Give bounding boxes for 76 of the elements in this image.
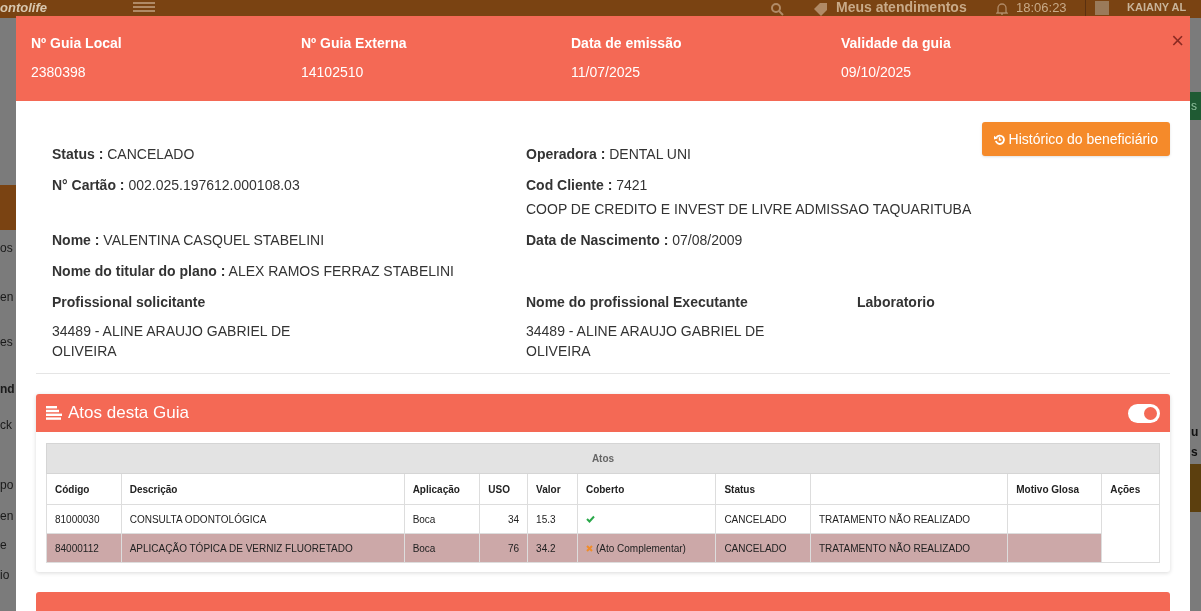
table-cell: 84000112 [46,533,122,563]
text-fragment: u [1191,424,1199,440]
field-text: N° Cartão : 002.025.197612.000108.03 [52,176,301,195]
cross-icon [585,544,593,552]
text-fragment: s [1191,444,1198,460]
sidebar-band [0,185,16,230]
clock-time: 18:06:23 [1016,0,1067,15]
bell-icon[interactable] [996,2,1008,15]
table-caption: Atos [46,443,1160,474]
sidebar-item[interactable]: po [0,477,16,493]
sidebar-item[interactable]: en [0,508,16,524]
side-banner [1190,92,1201,120]
column-header: Descrição [121,473,405,505]
table-cell: 34 [479,504,528,534]
column-header: Ações [1101,473,1160,505]
user-name[interactable]: KAIANY AL [1127,0,1187,15]
header-value: 2380398 [31,63,86,82]
field-label: Laboratorio [857,293,936,312]
table-cell: CONSULTA ODONTOLÓGICA [121,504,405,534]
close-button[interactable]: × [1171,30,1184,52]
header-value: 14102510 [301,63,364,82]
sidebar-item[interactable]: en [0,289,16,305]
column-header: Motivo Glosa [1007,473,1102,505]
list-icon [46,406,62,420]
field-text: Operadora : DENTAL UNI [526,145,692,164]
header-value: 09/10/2025 [841,63,912,82]
sidebar-item[interactable]: os [0,240,16,256]
table-cell: Boca [404,504,480,534]
field-value: 34489 - ALINE ARAUJO GABRIEL DE OLIVEIRA [52,322,292,361]
column-header: USO [479,473,528,505]
table-cell: 15.3 [527,504,578,534]
column-header: Valor [527,473,578,505]
sidebar-item[interactable]: es [0,334,16,350]
text-fragment: s [1191,98,1197,114]
history-icon [993,133,1005,145]
column-header: Status [715,473,811,505]
header-label: Nº Guia Externa [301,34,407,53]
field-value: 34489 - ALINE ARAUJO GABRIEL DE OLIVEIRA [526,322,766,361]
field-text: COOP DE CREDITO E INVEST DE LIVRE ADMISSAO TAQUARITUBA [526,200,973,219]
sidebar-item[interactable]: e [0,537,16,553]
card-title: Atos desta Guia [68,402,189,425]
logo: ontolife [0,1,47,15]
table-cell: TRATAMENTO NÃO REALIZADO [810,504,1008,534]
coverage-note: (Ato Complementar) [595,541,686,556]
field-text: Nome : VALENTINA CASQUEL STABELINI [52,231,326,250]
table-cell: APLICAÇÃO TÓPICA DE VERNIZ FLUORETADO [121,533,405,563]
field-text: Status : CANCELADO [52,145,196,164]
nav-link[interactable]: Meus atendimentos [836,0,967,15]
column-header: Aplicação [404,473,480,505]
header-label: Data de emissão [571,34,682,53]
field-label: Profissional solicitante [52,293,207,312]
side-panel [1190,464,1201,512]
table-cell: 76 [479,533,528,563]
check-icon [585,514,595,523]
header-label: Nº Guia Local [31,34,122,53]
table-cell: 34.2 [527,533,578,563]
header-value: 11/07/2025 [571,63,641,82]
table-cell: 81000030 [46,504,122,534]
column-header: Código [46,473,122,505]
toggle-switch[interactable] [1128,403,1160,423]
table-cell: Boca [404,533,480,563]
field-label: Nome do profissional Executante [526,293,749,312]
sidebar-item[interactable]: ck [0,417,16,433]
menu-icon[interactable] [133,2,155,12]
header-label: Validade da guia [841,34,951,53]
history-button[interactable]: Histórico do beneficiário [981,122,1170,156]
table-cell: CANCELADO [715,504,811,534]
field-text: Nome do titular do plano : ALEX RAMOS FERRAZ STABELINI [52,262,455,281]
search-icon[interactable] [770,2,784,16]
table-cell: TRATAMENTO NÃO REALIZADO [810,533,1008,563]
sidebar-item[interactable]: nd [0,381,16,397]
field-text: Data de Nascimento : 07/08/2009 [526,231,744,250]
table-cell: CANCELADO [715,533,811,563]
field-text: Cod Cliente : 7421 [526,176,649,195]
sidebar-item[interactable]: io [0,567,16,583]
column-header: Coberto [577,473,716,505]
